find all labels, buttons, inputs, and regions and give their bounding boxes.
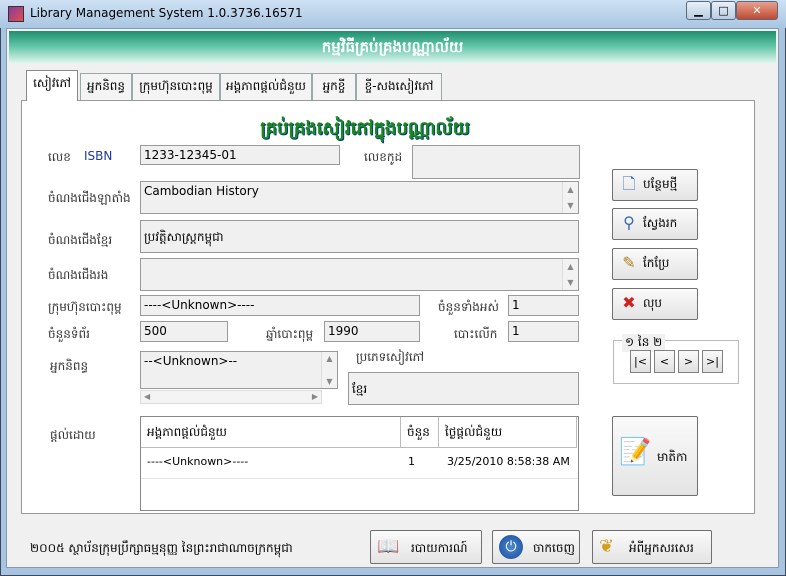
first-page-button[interactable]: |< (630, 350, 651, 373)
exit-button[interactable]: ⏻ ចាកចេញ (492, 530, 580, 564)
delete-button-label: លុប (643, 296, 663, 310)
column-header-date[interactable]: ថ្ងៃផ្តល់ជំនួយ (439, 417, 577, 448)
tab-authors[interactable]: អ្នកនិពន្ធ (80, 73, 132, 100)
total-qty-label: ចំនួនទាំងអស់ (438, 300, 499, 314)
id-label: លេខ (48, 150, 71, 164)
about-button[interactable]: ❦ អំពីអ្នកសរសេរ (592, 530, 712, 564)
publisher-field[interactable]: ----<Unknown>---- (140, 295, 420, 316)
edit-pencil-icon: ✎ (622, 253, 636, 272)
contents-button-label: មាតិកា (657, 450, 688, 464)
edition-label: បោះលើក (454, 327, 498, 341)
category-label: ប្រភេទសៀវភៅ (356, 350, 425, 364)
close-button[interactable]: ✕ (736, 1, 778, 20)
title-latin-label: ចំណងជើងឡាតាំង (48, 191, 131, 205)
tab-publishers[interactable]: ក្រុមហ៊ុនបោះពុម្ព (132, 73, 220, 100)
tab-books[interactable]: សៀវភៅ (26, 70, 78, 101)
edition-field[interactable]: 1 (508, 321, 579, 342)
tab-donors[interactable]: អង្គភាពផ្តល់ជំនួយ (220, 73, 312, 100)
title-khmer-label: ចំណងជើងខ្មែរ (48, 233, 113, 247)
pages-field[interactable]: 500 (140, 321, 228, 342)
delete-x-icon: ✖ (622, 293, 636, 312)
title-latin-scrollbar[interactable]: ▲ ▼ (562, 182, 578, 213)
year-field[interactable]: 1990 (324, 321, 420, 342)
table-cell-qty: 1 (408, 455, 415, 468)
publisher-label: ក្រុមហ៊ុនបោះពុម្ព (48, 300, 122, 314)
total-qty-field[interactable]: 1 (508, 295, 579, 316)
author-list-scrollbar[interactable]: ▲ ▼ (321, 352, 337, 388)
new-document-icon: 🗋 (622, 174, 636, 193)
new-button[interactable]: 🗋 បន្ថែមថ្មី (612, 169, 698, 201)
donor-table[interactable]: អង្គភាពផ្តល់ជំនួយ ចំនួន ថ្ងៃផ្តល់ជំនួយ -… (140, 416, 579, 511)
table-cell-date: 3/25/2010 8:58:38 AM (447, 455, 570, 468)
tab-borrowers[interactable]: អ្នកខ្ចី (312, 73, 356, 100)
search-button[interactable]: ⚲ ស្វែងរក (612, 208, 698, 240)
author-list-item[interactable]: --<Unknown>-- (144, 354, 237, 368)
column-header-qty[interactable]: ចំនួន (401, 417, 439, 448)
footer-copyright: ២០០៥ ស្ថាប័នក្រុមប្រឹក្សាធម្មនុញ្ញ នៃព្រ… (30, 541, 293, 555)
new-button-label: បន្ថែមថ្មី (643, 177, 678, 191)
last-page-button[interactable]: >| (702, 350, 723, 373)
author-hscrollbar[interactable]: ◀ ▶ (140, 390, 322, 404)
contents-button[interactable]: 📝 មាតិកា (612, 416, 698, 496)
table-cell-donor: ----<Unknown>---- (147, 455, 249, 468)
exit-button-label: ចាកចេញ (533, 541, 575, 555)
app-icon (8, 6, 24, 22)
author-list[interactable]: --<Unknown>-- ▲ ▼ (140, 351, 338, 389)
report-button-label: របាយការណ៍ (411, 541, 468, 555)
author-label: អ្នកនិពន្ធ (50, 359, 89, 373)
notebook-icon: 📝 (619, 437, 652, 467)
maximize-button[interactable]: □ (711, 1, 736, 20)
pages-label: ចំនួនទំព័រ (48, 327, 90, 341)
search-button-label: ស្វែងរក (643, 216, 678, 230)
form-heading: គ្រប់គ្រងសៀវភៅក្នុងបណ្ណាល័យ (260, 118, 470, 139)
power-icon: ⏻ (499, 535, 523, 559)
lib-no-field[interactable] (412, 145, 580, 179)
title-other-label: ចំណងជើងរង (48, 268, 109, 282)
next-page-button[interactable]: > (678, 350, 699, 373)
category-field[interactable]: ខ្មែរ (348, 372, 579, 405)
isbn-field[interactable]: 1233-12345-01 (140, 145, 340, 165)
column-header-donor[interactable]: អង្គភាពផ្តល់ជំនួយ (141, 417, 401, 448)
report-button[interactable]: 📖 របាយការណ៍ (370, 530, 482, 564)
title-other-scrollbar[interactable]: ▲ ▼ (562, 259, 578, 290)
minimize-button[interactable]: ▁ (686, 1, 711, 20)
lib-no-label: លេខកូដ (364, 150, 403, 164)
title-latin-field[interactable]: Cambodian History ▲ ▼ (140, 181, 579, 214)
edit-button-label: កែប្រែ (643, 256, 670, 270)
delete-button[interactable]: ✖ លុប (612, 288, 698, 320)
butterfly-icon: ❦ (599, 536, 615, 557)
donor-label: ផ្តល់ដោយ (50, 428, 96, 442)
edit-button[interactable]: ✎ កែប្រែ (612, 248, 698, 280)
title-other-field[interactable]: ▲ ▼ (140, 258, 579, 291)
title-khmer-field[interactable]: ប្រវត្តិសាស្ត្រកម្ពុជា (140, 220, 579, 253)
year-label: ឆ្នាំបោះពុម្ព (266, 327, 314, 341)
banner-title: កម្មវិធីគ្រប់គ្រងបណ្ណាល័យ (9, 31, 776, 64)
about-button-label: អំពីអ្នកសរសេរ (629, 541, 694, 555)
tab-loans[interactable]: ខ្ចី-សងសៀវភៅ (356, 73, 442, 100)
window-title: Library Management System 1.0.3736.16571 (30, 6, 303, 20)
prev-page-button[interactable]: < (654, 350, 675, 373)
isbn-label: ISBN (84, 149, 113, 163)
book-icon: 📖 (377, 536, 400, 557)
search-icon: ⚲ (623, 213, 635, 232)
title-latin-value: Cambodian History (144, 184, 259, 198)
